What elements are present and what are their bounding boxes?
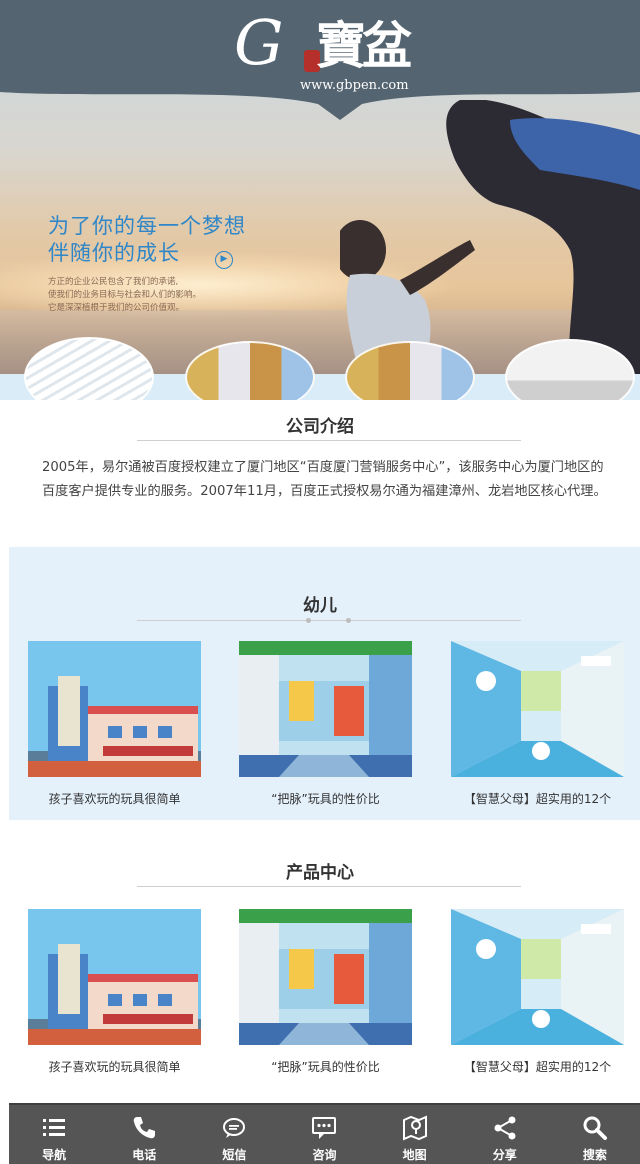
sms-icon bbox=[223, 1118, 246, 1138]
nav-item-phone[interactable]: 电话 bbox=[99, 1105, 189, 1164]
nav-item-map[interactable]: 地图 bbox=[370, 1105, 460, 1164]
product-card-1[interactable]: 孩子喜欢玩的玩具很简单 bbox=[28, 909, 201, 1075]
kindergarten-building-image bbox=[28, 641, 201, 777]
youer-divider-dot-left bbox=[306, 618, 311, 623]
youer-title: 幼儿 bbox=[303, 596, 337, 616]
youer-card-2[interactable]: “把脉”玩具的性价比 bbox=[239, 641, 412, 807]
logo-chinese: 寶盆 bbox=[316, 16, 412, 75]
youer-card-1[interactable]: 孩子喜欢玩的玩具很简单 bbox=[28, 641, 201, 807]
banner-description: 方正的企业公民包含了我们的承诺, 使我们的业务目标与社会和人们的影响。 它是深深… bbox=[48, 276, 201, 315]
card-caption[interactable]: “把脉”玩具的性价比 bbox=[239, 790, 412, 807]
blue-hallway-image bbox=[451, 909, 624, 1045]
kindergarten-building-image bbox=[28, 909, 201, 1045]
products-divider bbox=[137, 886, 521, 887]
menu-icon bbox=[43, 1119, 66, 1136]
nav-label: 搜索 bbox=[582, 1148, 607, 1162]
logo-letter: G bbox=[234, 6, 284, 79]
intro-text: 2005年，易尔通被百度授权建立了厦门地区“百度厦门营销服务中心”，该服务中心为… bbox=[42, 460, 607, 499]
card-caption[interactable]: 孩子喜欢玩的玩具很简单 bbox=[28, 1058, 201, 1075]
search-icon bbox=[583, 1116, 607, 1140]
card-caption[interactable]: 【智慧父母】超实用的12个 bbox=[451, 790, 624, 807]
blue-hallway-image bbox=[451, 641, 624, 777]
product-card-2[interactable]: “把脉”玩具的性价比 bbox=[239, 909, 412, 1075]
classroom-corridor-image bbox=[239, 909, 412, 1045]
site-logo[interactable]: G 寶盆 www.gbpen.com bbox=[0, 0, 640, 110]
nav-item-sms[interactable]: 短信 bbox=[189, 1105, 279, 1164]
intro-title: 公司介绍 bbox=[286, 417, 354, 437]
classroom-corridor-image bbox=[239, 641, 412, 777]
map-icon bbox=[402, 1115, 427, 1141]
nav-label: 咨询 bbox=[312, 1148, 337, 1162]
phone-icon bbox=[133, 1117, 156, 1139]
banner-desc-line-3: 它是深深植根于我们的公司价值观。 bbox=[48, 303, 185, 313]
nav-label: 电话 bbox=[132, 1148, 157, 1162]
nav-label: 地图 bbox=[402, 1148, 427, 1162]
room-thumb bbox=[505, 339, 635, 400]
nav-label: 分享 bbox=[492, 1148, 517, 1162]
banner-desc-line-2: 使我们的业务目标与社会和人们的影响。 bbox=[48, 290, 202, 300]
nav-label: 导航 bbox=[42, 1148, 67, 1162]
youer-card-3[interactable]: 【智慧父母】超实用的12个 bbox=[451, 641, 624, 807]
logo-url: www.gbpen.com bbox=[300, 78, 409, 93]
classroom-thumb-2 bbox=[345, 341, 475, 400]
bottom-nav-bar: 导航 电话 短信 咨询 地图 分享 搜索 bbox=[9, 1103, 640, 1164]
chat-icon bbox=[312, 1117, 337, 1139]
card-caption[interactable]: 孩子喜欢玩的玩具很简单 bbox=[28, 790, 201, 807]
play-arrow-icon[interactable]: ▶ bbox=[215, 251, 233, 269]
card-caption[interactable]: 【智慧父母】超实用的12个 bbox=[451, 1058, 624, 1075]
intro-divider bbox=[137, 440, 521, 441]
youer-divider-dot-right bbox=[346, 618, 351, 623]
banner-thumbnails bbox=[0, 335, 640, 400]
nav-item-share[interactable]: 分享 bbox=[460, 1105, 550, 1164]
hero-banner[interactable]: G 寶盆 www.gbpen.com 为了你的每一个梦想 伴随你的成长 ▶ 方正… bbox=[0, 0, 640, 400]
youer-divider bbox=[137, 620, 521, 621]
classroom-thumb-1 bbox=[185, 341, 315, 400]
card-caption[interactable]: “把脉”玩具的性价比 bbox=[239, 1058, 412, 1075]
nav-item-search[interactable]: 搜索 bbox=[550, 1105, 640, 1164]
banner-desc-line-1: 方正的企业公民包含了我们的承诺, bbox=[48, 277, 179, 287]
white-curves-thumb bbox=[24, 337, 154, 400]
nav-item-menu[interactable]: 导航 bbox=[9, 1105, 99, 1164]
nav-label: 短信 bbox=[222, 1148, 247, 1162]
nav-item-consult[interactable]: 咨询 bbox=[279, 1105, 369, 1164]
product-card-3[interactable]: 【智慧父母】超实用的12个 bbox=[451, 909, 624, 1075]
share-icon bbox=[494, 1116, 516, 1140]
slogan-line-1: 为了你的每一个梦想 bbox=[48, 214, 246, 238]
products-title: 产品中心 bbox=[286, 863, 354, 883]
page: { "header": { "logo_letter": "G", "logo_… bbox=[0, 0, 640, 1164]
